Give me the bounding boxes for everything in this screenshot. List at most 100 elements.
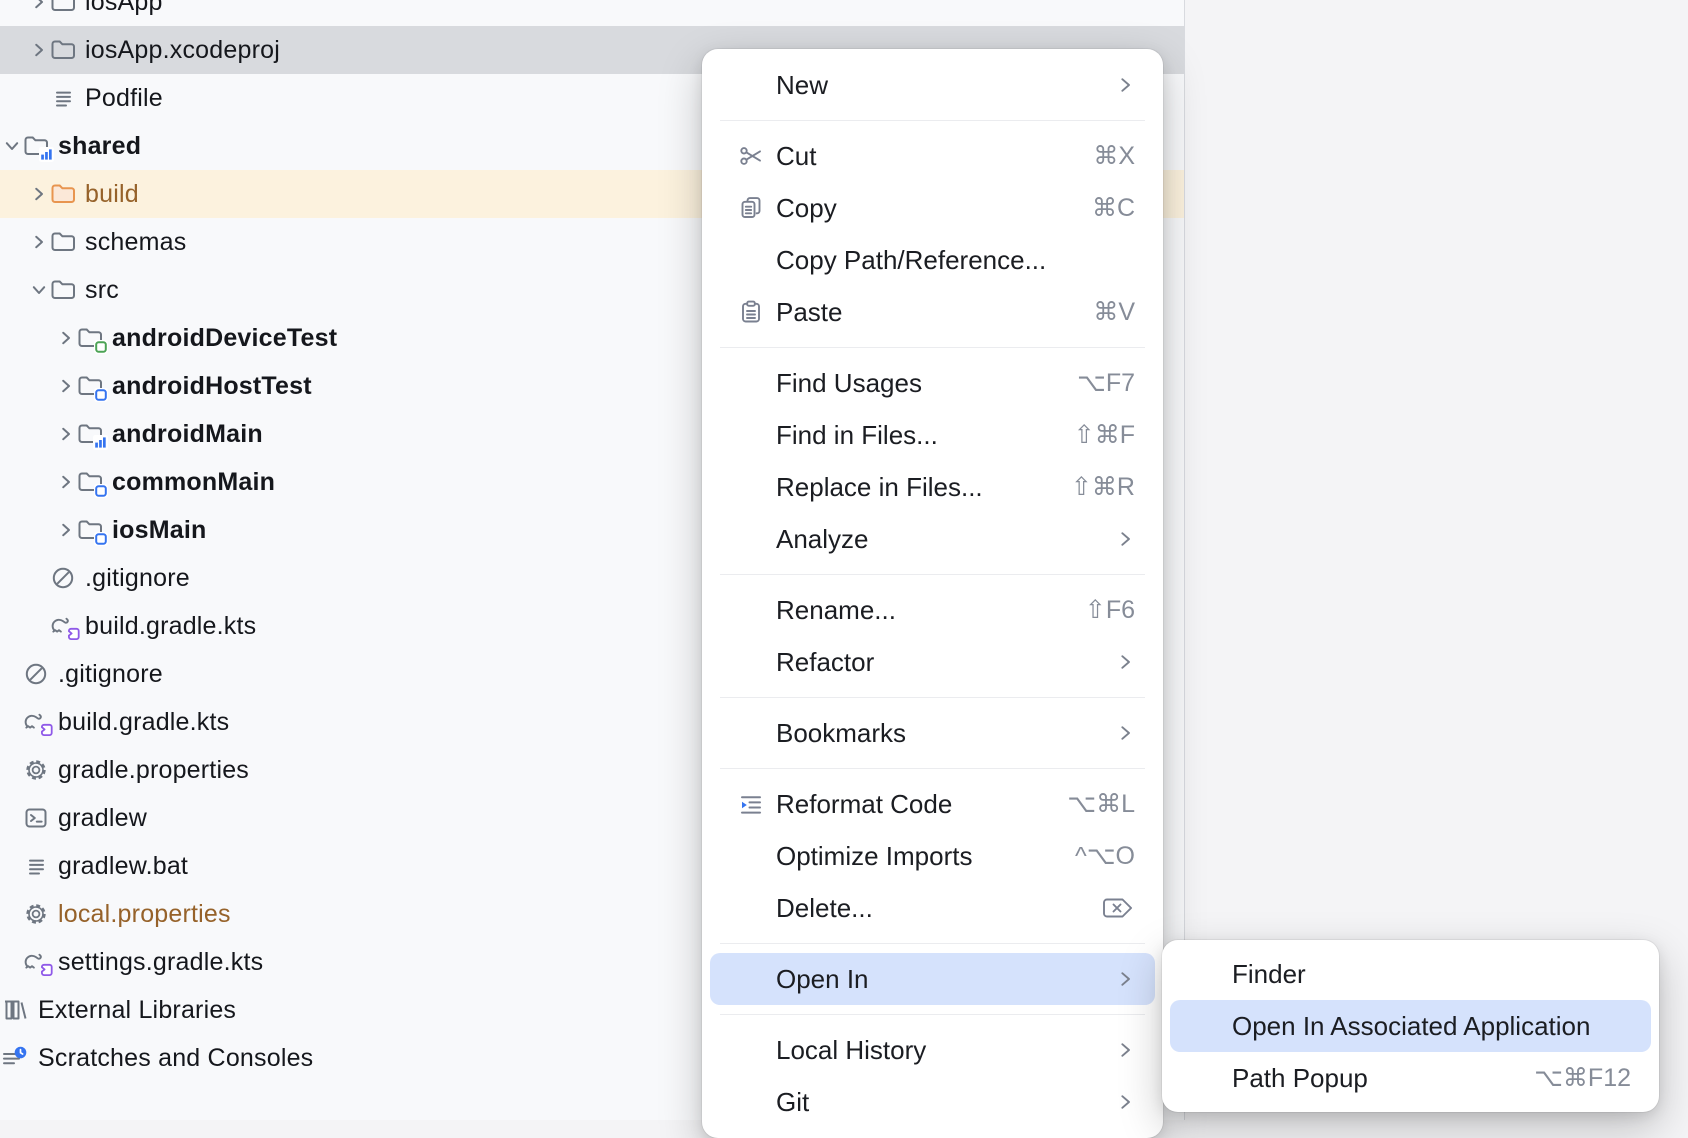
- scissors-icon: [736, 141, 776, 171]
- folder-test-icon: [76, 324, 104, 352]
- ignored-icon: [22, 660, 50, 688]
- menu-item-label: Optimize Imports: [776, 841, 973, 872]
- tree-item-iosapp[interactable]: iosApp: [0, 0, 1184, 26]
- gear-icon: [22, 900, 50, 928]
- chevron-right-icon[interactable]: [56, 458, 76, 506]
- menu-item-shortcut: ⌥⌘F12: [1534, 1063, 1631, 1093]
- menu-item-label: Replace in Files...: [776, 472, 983, 503]
- menu-item-copy-path-reference[interactable]: Copy Path/Reference...: [702, 234, 1163, 286]
- tree-item-label: iosMain: [112, 516, 206, 545]
- gear-icon: [22, 756, 50, 784]
- folder-module-icon: [22, 132, 50, 160]
- chevron-right-icon[interactable]: [29, 218, 49, 266]
- tree-item-label: commonMain: [112, 468, 275, 497]
- menu-item-find-in-files[interactable]: Find in Files...⇧⌘F: [702, 409, 1163, 461]
- menu-item-git[interactable]: Git: [702, 1076, 1163, 1128]
- menu-item-analyze[interactable]: Analyze: [702, 513, 1163, 565]
- menu-item-bookmarks[interactable]: Bookmarks: [702, 707, 1163, 759]
- menu-item-paste[interactable]: Paste⌘V: [702, 286, 1163, 338]
- chevron-right-icon[interactable]: [56, 314, 76, 362]
- menu-item-new[interactable]: New: [702, 59, 1163, 111]
- context-menu: New Cut⌘XCopy⌘C Copy Path/Reference... Past…: [702, 49, 1163, 1138]
- menu-item-replace-in-files[interactable]: Replace in Files... ⇧⌘R: [702, 461, 1163, 513]
- menu-item-cut[interactable]: Cut⌘X: [702, 130, 1163, 182]
- menu-item-find-usages[interactable]: Find Usages⌥F7: [702, 357, 1163, 409]
- chevron-down-icon[interactable]: [2, 122, 22, 170]
- chevron-spacer: [2, 842, 22, 890]
- submenu-chevron-icon: [1115, 652, 1135, 672]
- menu-item-rename[interactable]: Rename...⇧F6: [702, 584, 1163, 636]
- menu-item-shortcut: ⌘C: [1092, 193, 1135, 223]
- menu-item-label: Refactor: [776, 647, 874, 678]
- ignored-icon: [49, 564, 77, 592]
- menu-item-open-in[interactable]: Open In: [710, 953, 1155, 1005]
- menu-item-copy[interactable]: Copy⌘C: [702, 182, 1163, 234]
- folder-source-icon: [76, 468, 104, 496]
- menu-item-finder[interactable]: Finder: [1162, 948, 1659, 1000]
- reformat-icon: [736, 789, 776, 819]
- folder-icon: [49, 276, 77, 304]
- folder-module-icon: [76, 420, 104, 448]
- terminal-icon: [22, 804, 50, 832]
- folder-icon: [49, 228, 77, 256]
- tree-item-label: gradlew: [58, 804, 147, 833]
- tree-item-label: iosApp: [85, 0, 163, 17]
- chevron-spacer: [2, 890, 22, 938]
- menu-item-path-popup[interactable]: Path Popup ⌥⌘F12: [1162, 1052, 1659, 1104]
- chevron-right-icon[interactable]: [56, 506, 76, 554]
- tree-item-label: androidDeviceTest: [112, 324, 337, 353]
- menu-item-label: Path Popup: [1232, 1063, 1368, 1094]
- menu-item-open-in-associated-application[interactable]: Open In Associated Application: [1170, 1000, 1651, 1052]
- menu-item-optimize-imports[interactable]: Optimize Imports^⌥O: [702, 830, 1163, 882]
- tree-item-label: gradle.properties: [58, 756, 249, 785]
- menu-item-refactor[interactable]: Refactor: [702, 636, 1163, 688]
- chevron-spacer: [29, 74, 49, 122]
- tree-item-label: androidHostTest: [112, 372, 312, 401]
- forward-delete-icon: [1101, 896, 1135, 920]
- chevron-right-icon[interactable]: [56, 362, 76, 410]
- gradle-kts-icon: [22, 948, 50, 976]
- chevron-right-icon[interactable]: [29, 170, 49, 218]
- open-in-submenu: Finder Open In Associated Application Path…: [1162, 940, 1659, 1112]
- menu-item-delete[interactable]: Delete...: [702, 882, 1163, 934]
- folder-source-icon: [76, 516, 104, 544]
- scratches-icon: [2, 1044, 30, 1072]
- chevron-spacer: [2, 650, 22, 698]
- menu-item-label: Open In Associated Application: [1232, 1011, 1590, 1042]
- menu-item-label: Local History: [776, 1035, 926, 1066]
- chevron-right-icon[interactable]: [29, 0, 49, 26]
- menu-item-label: Reformat Code: [776, 789, 952, 820]
- menu-separator: [720, 697, 1145, 698]
- tree-item-label: schemas: [85, 228, 186, 257]
- menu-item-shortcut: ⇧F6: [1085, 595, 1135, 625]
- menu-item-local-history[interactable]: Local History: [702, 1024, 1163, 1076]
- menu-item-reformat-code[interactable]: Reformat Code⌥⌘L: [702, 778, 1163, 830]
- menu-item-shortcut: ⇧⌘R: [1071, 472, 1135, 502]
- menu-item-label: Analyze: [776, 524, 869, 555]
- chevron-down-icon[interactable]: [29, 266, 49, 314]
- submenu-chevron-icon: [1115, 969, 1135, 989]
- submenu-chevron-icon: [1115, 723, 1135, 743]
- chevron-spacer: [29, 554, 49, 602]
- menu-item-label: Paste: [776, 297, 843, 328]
- copy-icon: [736, 193, 776, 223]
- chevron-spacer: [2, 794, 22, 842]
- chevron-right-icon[interactable]: [29, 26, 49, 74]
- tree-item-label: build.gradle.kts: [85, 612, 256, 641]
- menu-item-shortcut: ⇧⌘F: [1074, 420, 1135, 450]
- tree-item-label: shared: [58, 132, 141, 161]
- tree-item-label: local.properties: [58, 900, 231, 929]
- gradle-kts-icon: [22, 708, 50, 736]
- tree-item-label: gradlew.bat: [58, 852, 188, 881]
- chevron-spacer: [2, 938, 22, 986]
- menu-item-label: Cut: [776, 141, 816, 172]
- chevron-spacer: [2, 698, 22, 746]
- chevron-right-icon[interactable]: [56, 410, 76, 458]
- menu-item-label: Copy Path/Reference...: [776, 245, 1046, 276]
- tree-item-label: build.gradle.kts: [58, 708, 229, 737]
- submenu-chevron-icon: [1115, 1092, 1135, 1112]
- clipboard-icon: [736, 297, 776, 327]
- tree-item-label: src: [85, 276, 119, 305]
- chevron-spacer: [29, 602, 49, 650]
- submenu-chevron-icon: [1115, 75, 1135, 95]
